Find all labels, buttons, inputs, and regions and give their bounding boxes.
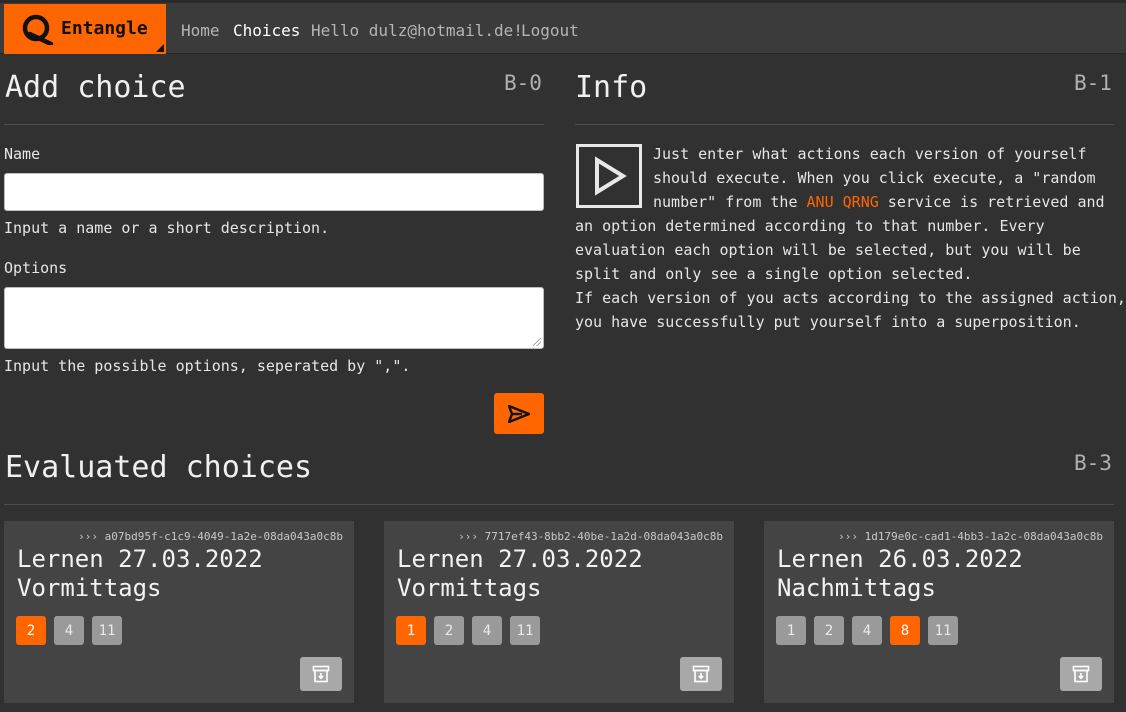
choice-title: Lernen 27.03.2022 Vormittags	[397, 545, 643, 603]
brand-name: Entangle	[61, 18, 148, 39]
info-text-line: evaluation each option will be selected,…	[575, 241, 1081, 259]
nav-logout[interactable]: Logout	[521, 21, 579, 40]
option-badge: 11	[92, 616, 122, 645]
evaluated-divider	[4, 504, 1114, 505]
nav-user-greeting[interactable]: Hello dulz@hotmail.de!	[311, 21, 523, 40]
info-text-line: If each version of you acts according to…	[575, 289, 1126, 307]
nav-home[interactable]: Home	[181, 21, 220, 40]
choice-id: ››› 1d179e0c-cad1-4bb3-1a2c-08da043a0c8b	[838, 530, 1103, 543]
options-label: Options	[4, 259, 68, 277]
add-choice-title: Add choice	[5, 70, 186, 105]
choice-title-line: Vormittags	[17, 574, 162, 602]
name-input[interactable]	[4, 173, 544, 211]
choice-card: ››› 1d179e0c-cad1-4bb3-1a2c-08da043a0c8b…	[764, 521, 1114, 703]
choice-title-line: Lernen 27.03.2022	[397, 545, 643, 573]
option-badge-selected: 2	[16, 616, 46, 645]
name-label: Name	[4, 145, 41, 163]
resize-handle[interactable]	[533, 338, 541, 346]
archive-button[interactable]	[680, 657, 722, 691]
option-badge: 4	[54, 616, 84, 645]
info-text-segment: number" from the	[653, 193, 807, 211]
choice-card: ››› 7717ef43-8bb2-40be-1a2d-08da043a0c8b…	[384, 521, 734, 703]
choice-title-line: Lernen 27.03.2022	[17, 545, 263, 573]
info-title: Info	[575, 70, 648, 105]
choice-id: ››› a07bd95f-c1c9-4049-1a2e-08da043a0c8b	[78, 530, 343, 543]
info-text-line: you have successfully put yourself into …	[575, 313, 1081, 331]
option-badge: 11	[928, 616, 958, 645]
info-text-segment: service is retrieved and	[878, 193, 1105, 211]
choice-title-line: Lernen 26.03.2022	[777, 545, 1023, 573]
options-textarea[interactable]	[4, 287, 544, 349]
options-help: Input the possible options, seperated by…	[4, 357, 411, 375]
choice-options: 1 2 4 11	[396, 616, 540, 645]
option-badge: 2	[814, 616, 844, 645]
info-text-line: number" from the ANU QRNG service is ret…	[653, 193, 1105, 211]
nav-choices[interactable]: Choices	[233, 21, 300, 40]
archive-button[interactable]	[1060, 657, 1102, 691]
info-badge: B-1	[1074, 71, 1112, 95]
option-badge-selected: 8	[890, 616, 920, 645]
choice-options: 2 4 11	[16, 616, 122, 645]
option-badge-selected: 1	[396, 616, 426, 645]
choice-title-line: Nachmittags	[777, 574, 936, 602]
evaluated-choices-badge: B-3	[1074, 451, 1112, 475]
entangle-q-logo-icon	[22, 14, 54, 45]
option-badge: 4	[472, 616, 502, 645]
archive-icon	[692, 665, 710, 683]
add-choice-badge: B-0	[504, 71, 542, 95]
navbar: Entangle Home Choices Hello dulz@hotmail…	[0, 0, 1126, 54]
info-text-line: should execute. When you click execute, …	[653, 169, 1096, 187]
info-text-line: Just enter what actions each version of …	[653, 145, 1087, 163]
choice-options: 1 2 4 8 11	[776, 616, 958, 645]
choice-title: Lernen 27.03.2022 Vormittags	[17, 545, 263, 603]
choice-title: Lernen 26.03.2022 Nachmittags	[777, 545, 1023, 603]
choice-id: ››› 7717ef43-8bb2-40be-1a2d-08da043a0c8b	[458, 530, 723, 543]
submit-button[interactable]	[494, 393, 544, 434]
option-badge: 1	[776, 616, 806, 645]
choice-title-line: Vormittags	[397, 574, 542, 602]
archive-icon	[312, 665, 330, 683]
evaluated-choices-title: Evaluated choices	[5, 450, 313, 485]
send-icon	[508, 404, 530, 423]
play-icon	[576, 144, 642, 208]
choice-card: ››› a07bd95f-c1c9-4049-1a2e-08da043a0c8b…	[4, 521, 354, 703]
info-text-line: an option determined according to that n…	[575, 217, 1045, 235]
add-choice-divider	[4, 124, 544, 125]
brand-link[interactable]: Entangle	[4, 4, 166, 54]
brand-corner-mark	[156, 44, 164, 52]
option-badge: 11	[510, 616, 540, 645]
anu-qrng-link[interactable]: ANU QRNG	[807, 193, 879, 211]
archive-icon	[1072, 665, 1090, 683]
info-text-line: split and only see a single option selec…	[575, 265, 973, 283]
archive-button[interactable]	[300, 657, 342, 691]
option-badge: 4	[852, 616, 882, 645]
option-badge: 2	[434, 616, 464, 645]
name-help: Input a name or a short description.	[4, 219, 330, 237]
info-divider	[575, 124, 1114, 125]
